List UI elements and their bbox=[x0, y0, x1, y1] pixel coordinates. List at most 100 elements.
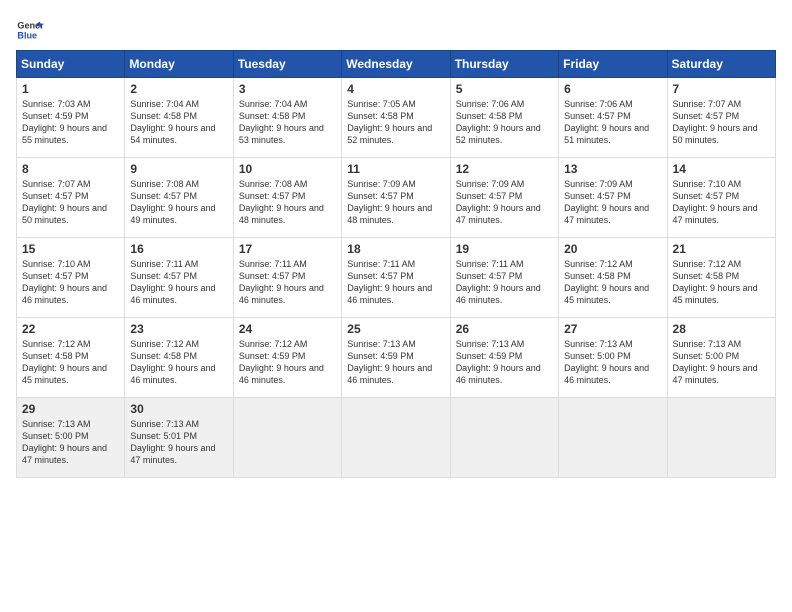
day-number: 17 bbox=[239, 242, 336, 256]
day-number: 25 bbox=[347, 322, 444, 336]
cell-info: Sunrise: 7:11 AMSunset: 4:57 PMDaylight:… bbox=[239, 258, 336, 307]
calendar-cell: 14 Sunrise: 7:10 AMSunset: 4:57 PMDaylig… bbox=[667, 158, 775, 238]
cell-info: Sunrise: 7:13 AMSunset: 5:01 PMDaylight:… bbox=[130, 418, 227, 467]
calendar-cell bbox=[450, 398, 558, 478]
calendar-cell bbox=[667, 398, 775, 478]
calendar-cell: 27 Sunrise: 7:13 AMSunset: 5:00 PMDaylig… bbox=[559, 318, 667, 398]
logo: General Blue bbox=[16, 16, 44, 44]
cell-info: Sunrise: 7:12 AMSunset: 4:58 PMDaylight:… bbox=[564, 258, 661, 307]
day-number: 23 bbox=[130, 322, 227, 336]
cell-info: Sunrise: 7:12 AMSunset: 4:58 PMDaylight:… bbox=[22, 338, 119, 387]
calendar-cell: 18 Sunrise: 7:11 AMSunset: 4:57 PMDaylig… bbox=[342, 238, 450, 318]
weekday-header-wednesday: Wednesday bbox=[342, 51, 450, 78]
day-number: 6 bbox=[564, 82, 661, 96]
day-number: 10 bbox=[239, 162, 336, 176]
calendar-cell: 10 Sunrise: 7:08 AMSunset: 4:57 PMDaylig… bbox=[233, 158, 341, 238]
cell-info: Sunrise: 7:09 AMSunset: 4:57 PMDaylight:… bbox=[347, 178, 444, 227]
cell-info: Sunrise: 7:10 AMSunset: 4:57 PMDaylight:… bbox=[673, 178, 770, 227]
calendar-cell: 9 Sunrise: 7:08 AMSunset: 4:57 PMDayligh… bbox=[125, 158, 233, 238]
calendar-cell: 26 Sunrise: 7:13 AMSunset: 4:59 PMDaylig… bbox=[450, 318, 558, 398]
day-number: 30 bbox=[130, 402, 227, 416]
calendar-cell: 6 Sunrise: 7:06 AMSunset: 4:57 PMDayligh… bbox=[559, 78, 667, 158]
cell-info: Sunrise: 7:13 AMSunset: 4:59 PMDaylight:… bbox=[347, 338, 444, 387]
day-number: 16 bbox=[130, 242, 227, 256]
calendar-cell: 25 Sunrise: 7:13 AMSunset: 4:59 PMDaylig… bbox=[342, 318, 450, 398]
day-number: 19 bbox=[456, 242, 553, 256]
calendar-cell: 17 Sunrise: 7:11 AMSunset: 4:57 PMDaylig… bbox=[233, 238, 341, 318]
cell-info: Sunrise: 7:06 AMSunset: 4:58 PMDaylight:… bbox=[456, 98, 553, 147]
weekday-header-sunday: Sunday bbox=[17, 51, 125, 78]
cell-info: Sunrise: 7:13 AMSunset: 5:00 PMDaylight:… bbox=[564, 338, 661, 387]
calendar-cell: 29 Sunrise: 7:13 AMSunset: 5:00 PMDaylig… bbox=[17, 398, 125, 478]
weekday-header-tuesday: Tuesday bbox=[233, 51, 341, 78]
cell-info: Sunrise: 7:12 AMSunset: 4:59 PMDaylight:… bbox=[239, 338, 336, 387]
week-row-3: 15 Sunrise: 7:10 AMSunset: 4:57 PMDaylig… bbox=[17, 238, 776, 318]
cell-info: Sunrise: 7:09 AMSunset: 4:57 PMDaylight:… bbox=[564, 178, 661, 227]
weekday-header-thursday: Thursday bbox=[450, 51, 558, 78]
calendar-cell: 21 Sunrise: 7:12 AMSunset: 4:58 PMDaylig… bbox=[667, 238, 775, 318]
calendar-cell: 12 Sunrise: 7:09 AMSunset: 4:57 PMDaylig… bbox=[450, 158, 558, 238]
calendar-cell: 16 Sunrise: 7:11 AMSunset: 4:57 PMDaylig… bbox=[125, 238, 233, 318]
cell-info: Sunrise: 7:04 AMSunset: 4:58 PMDaylight:… bbox=[239, 98, 336, 147]
day-number: 11 bbox=[347, 162, 444, 176]
svg-text:Blue: Blue bbox=[17, 30, 37, 40]
cell-info: Sunrise: 7:06 AMSunset: 4:57 PMDaylight:… bbox=[564, 98, 661, 147]
calendar-cell: 20 Sunrise: 7:12 AMSunset: 4:58 PMDaylig… bbox=[559, 238, 667, 318]
day-number: 15 bbox=[22, 242, 119, 256]
header: General Blue bbox=[16, 16, 776, 44]
day-number: 26 bbox=[456, 322, 553, 336]
calendar-cell bbox=[233, 398, 341, 478]
cell-info: Sunrise: 7:08 AMSunset: 4:57 PMDaylight:… bbox=[239, 178, 336, 227]
day-number: 21 bbox=[673, 242, 770, 256]
cell-info: Sunrise: 7:10 AMSunset: 4:57 PMDaylight:… bbox=[22, 258, 119, 307]
cell-info: Sunrise: 7:07 AMSunset: 4:57 PMDaylight:… bbox=[673, 98, 770, 147]
weekday-header-monday: Monday bbox=[125, 51, 233, 78]
cell-info: Sunrise: 7:11 AMSunset: 4:57 PMDaylight:… bbox=[456, 258, 553, 307]
calendar-cell: 11 Sunrise: 7:09 AMSunset: 4:57 PMDaylig… bbox=[342, 158, 450, 238]
calendar-cell: 1 Sunrise: 7:03 AMSunset: 4:59 PMDayligh… bbox=[17, 78, 125, 158]
day-number: 14 bbox=[673, 162, 770, 176]
day-number: 12 bbox=[456, 162, 553, 176]
cell-info: Sunrise: 7:11 AMSunset: 4:57 PMDaylight:… bbox=[347, 258, 444, 307]
weekday-header-row: SundayMondayTuesdayWednesdayThursdayFrid… bbox=[17, 51, 776, 78]
calendar: SundayMondayTuesdayWednesdayThursdayFrid… bbox=[16, 50, 776, 478]
day-number: 13 bbox=[564, 162, 661, 176]
calendar-cell: 15 Sunrise: 7:10 AMSunset: 4:57 PMDaylig… bbox=[17, 238, 125, 318]
calendar-cell: 8 Sunrise: 7:07 AMSunset: 4:57 PMDayligh… bbox=[17, 158, 125, 238]
day-number: 24 bbox=[239, 322, 336, 336]
day-number: 29 bbox=[22, 402, 119, 416]
cell-info: Sunrise: 7:12 AMSunset: 4:58 PMDaylight:… bbox=[130, 338, 227, 387]
calendar-cell bbox=[559, 398, 667, 478]
calendar-cell: 30 Sunrise: 7:13 AMSunset: 5:01 PMDaylig… bbox=[125, 398, 233, 478]
calendar-cell: 28 Sunrise: 7:13 AMSunset: 5:00 PMDaylig… bbox=[667, 318, 775, 398]
calendar-cell: 24 Sunrise: 7:12 AMSunset: 4:59 PMDaylig… bbox=[233, 318, 341, 398]
cell-info: Sunrise: 7:08 AMSunset: 4:57 PMDaylight:… bbox=[130, 178, 227, 227]
cell-info: Sunrise: 7:04 AMSunset: 4:58 PMDaylight:… bbox=[130, 98, 227, 147]
day-number: 1 bbox=[22, 82, 119, 96]
day-number: 18 bbox=[347, 242, 444, 256]
day-number: 20 bbox=[564, 242, 661, 256]
calendar-cell: 13 Sunrise: 7:09 AMSunset: 4:57 PMDaylig… bbox=[559, 158, 667, 238]
calendar-cell: 22 Sunrise: 7:12 AMSunset: 4:58 PMDaylig… bbox=[17, 318, 125, 398]
calendar-cell: 3 Sunrise: 7:04 AMSunset: 4:58 PMDayligh… bbox=[233, 78, 341, 158]
calendar-cell: 19 Sunrise: 7:11 AMSunset: 4:57 PMDaylig… bbox=[450, 238, 558, 318]
cell-info: Sunrise: 7:13 AMSunset: 4:59 PMDaylight:… bbox=[456, 338, 553, 387]
cell-info: Sunrise: 7:12 AMSunset: 4:58 PMDaylight:… bbox=[673, 258, 770, 307]
day-number: 3 bbox=[239, 82, 336, 96]
day-number: 7 bbox=[673, 82, 770, 96]
day-number: 9 bbox=[130, 162, 227, 176]
cell-info: Sunrise: 7:09 AMSunset: 4:57 PMDaylight:… bbox=[456, 178, 553, 227]
weekday-header-friday: Friday bbox=[559, 51, 667, 78]
calendar-cell: 4 Sunrise: 7:05 AMSunset: 4:58 PMDayligh… bbox=[342, 78, 450, 158]
calendar-cell: 2 Sunrise: 7:04 AMSunset: 4:58 PMDayligh… bbox=[125, 78, 233, 158]
day-number: 8 bbox=[22, 162, 119, 176]
calendar-cell: 23 Sunrise: 7:12 AMSunset: 4:58 PMDaylig… bbox=[125, 318, 233, 398]
week-row-2: 8 Sunrise: 7:07 AMSunset: 4:57 PMDayligh… bbox=[17, 158, 776, 238]
day-number: 27 bbox=[564, 322, 661, 336]
week-row-1: 1 Sunrise: 7:03 AMSunset: 4:59 PMDayligh… bbox=[17, 78, 776, 158]
cell-info: Sunrise: 7:03 AMSunset: 4:59 PMDaylight:… bbox=[22, 98, 119, 147]
day-number: 2 bbox=[130, 82, 227, 96]
logo-icon: General Blue bbox=[16, 16, 44, 44]
cell-info: Sunrise: 7:05 AMSunset: 4:58 PMDaylight:… bbox=[347, 98, 444, 147]
cell-info: Sunrise: 7:13 AMSunset: 5:00 PMDaylight:… bbox=[22, 418, 119, 467]
